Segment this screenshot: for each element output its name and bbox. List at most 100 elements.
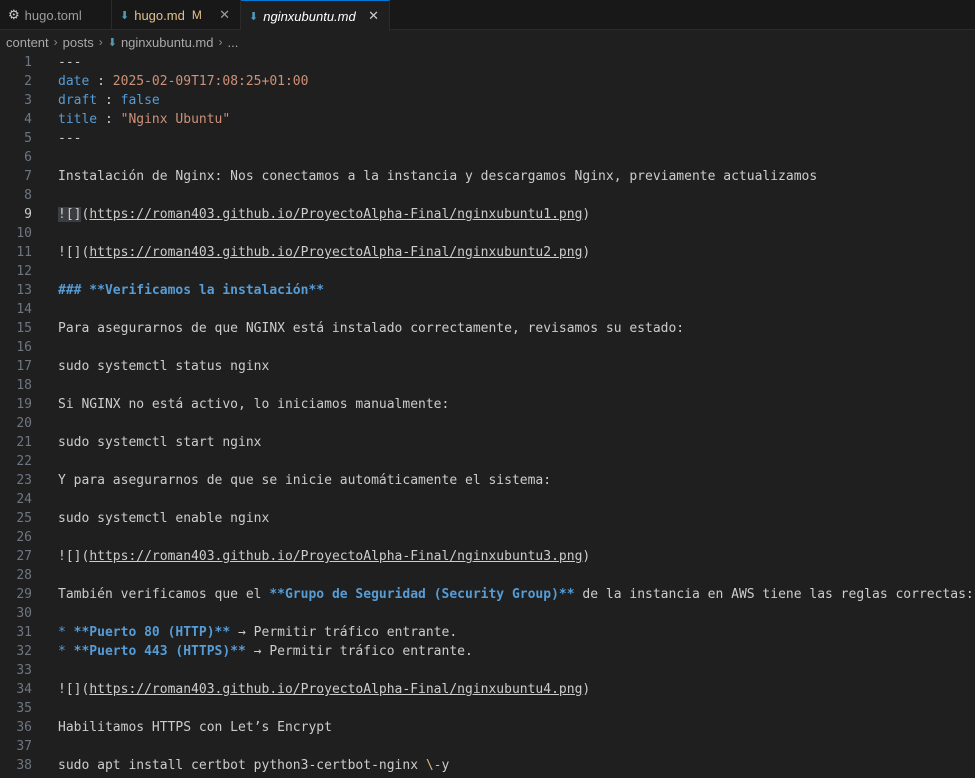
line-content: sudo apt install certbot python3-certbot…: [58, 756, 449, 775]
line-number: 30: [16, 606, 32, 621]
editor-line[interactable]: 16: [0, 338, 975, 357]
editor-line[interactable]: 11 ![](https://roman403.github.io/Proyect…: [0, 243, 975, 262]
line-number: 8: [24, 188, 32, 203]
editor-line[interactable]: 24: [0, 490, 975, 509]
list-bullet: *: [58, 625, 74, 640]
plain-text: sudo systemctl status nginx: [58, 359, 270, 374]
image-link[interactable]: https://roman403.github.io/ProyectoAlpha…: [89, 682, 582, 697]
line-content: title : "Nginx Ubuntu": [58, 110, 230, 129]
line-content: sudo systemctl enable nginx: [58, 509, 269, 528]
markdown-icon: ⬇: [249, 10, 259, 23]
line-content: draft : false: [58, 91, 160, 110]
line-content: Si NGINX no está activo, lo iniciamos ma…: [58, 395, 449, 414]
close-icon[interactable]: ✕: [219, 7, 230, 23]
breadcrumb-item-content[interactable]: content: [6, 35, 49, 50]
editor-line[interactable]: 38 sudo apt install certbot python3-certb…: [0, 756, 975, 775]
line-content: sudo systemctl status nginx: [58, 357, 269, 376]
image-syntax: ![]: [58, 245, 82, 260]
image-syntax: ![]: [58, 682, 82, 697]
gear-icon: ⚙: [8, 7, 20, 22]
editor-line[interactable]: 12: [0, 262, 975, 281]
editor-line[interactable]: 31 * **Puerto 80 (HTTP)** → Permitir tráf…: [0, 623, 975, 642]
image-syntax: ![]: [58, 549, 82, 564]
plain-text: Y para asegurarnos de que se inicie auto…: [58, 473, 552, 488]
tab-label: nginxubuntu.md: [263, 8, 356, 24]
plain-text: Habilitamos HTTPS con Let’s Encrypt: [58, 720, 332, 735]
plain-text: sudo apt install certbot python3-certbot…: [58, 758, 426, 773]
editor-line[interactable]: 25 sudo systemctl enable nginx: [0, 509, 975, 528]
line-number: 1: [24, 55, 32, 70]
editor-line[interactable]: 34 ![](https://roman403.github.io/Proyect…: [0, 680, 975, 699]
line-number: 25: [16, 511, 32, 526]
plain-text: Instalación de Nginx: Nos conectamos a l…: [58, 169, 818, 184]
line-number: 17: [16, 359, 32, 374]
editor-line[interactable]: 6: [0, 148, 975, 167]
editor-line[interactable]: 5 ---: [0, 129, 975, 148]
breadcrumb-item-symbols[interactable]: ...: [227, 35, 238, 50]
editor-line[interactable]: 17 sudo systemctl status nginx: [0, 357, 975, 376]
plain-text: Si NGINX no está activo, lo iniciamos ma…: [58, 397, 450, 412]
editor-line[interactable]: 7 Instalación de Nginx: Nos conectamos a …: [0, 167, 975, 186]
editor-line[interactable]: 30: [0, 604, 975, 623]
editor-line[interactable]: 21 sudo systemctl start nginx: [0, 433, 975, 452]
line-number: 13: [16, 283, 32, 298]
editor-line[interactable]: 36 Habilitamos HTTPS con Let’s Encrypt: [0, 718, 975, 737]
editor-line[interactable]: 3 draft : false: [0, 91, 975, 110]
line-number: 31: [16, 625, 32, 640]
line-content: ![](https://roman403.github.io/ProyectoA…: [58, 205, 590, 224]
editor-line[interactable]: 4 title : "Nginx Ubuntu": [0, 110, 975, 129]
code-editor[interactable]: 1 --- 2 date : 2025-02-09T17:08:25+01:00 3 dr…: [0, 53, 975, 778]
editor-line[interactable]: 35: [0, 699, 975, 718]
line-content: * **Puerto 80 (HTTP)** → Permitir tráfic…: [58, 623, 457, 642]
line-content: sudo systemctl start nginx: [58, 433, 262, 452]
editor-line[interactable]: 19 Si NGINX no está activo, lo iniciamos …: [0, 395, 975, 414]
tab-hugo-md[interactable]: ⬇ hugo.md M ✕: [112, 0, 241, 30]
line-number: 27: [16, 549, 32, 564]
breadcrumb-item-file[interactable]: nginxubuntu.md: [121, 35, 214, 50]
editor-line[interactable]: 15 Para asegurarnos de que NGINX está ins…: [0, 319, 975, 338]
editor-line[interactable]: 13 ### **Verificamos la instalación**: [0, 281, 975, 300]
chevron-right-icon: ›: [53, 35, 58, 49]
markdown-icon: ⬇: [120, 9, 130, 22]
editor-line[interactable]: 14: [0, 300, 975, 319]
markdown-heading: ### **Verificamos la instalación**: [58, 283, 325, 298]
editor-line[interactable]: 27 ![](https://roman403.github.io/Proyect…: [0, 547, 975, 566]
editor-line[interactable]: 2 date : 2025-02-09T17:08:25+01:00: [0, 72, 975, 91]
editor-line[interactable]: 1 ---: [0, 53, 975, 72]
image-link[interactable]: https://roman403.github.io/ProyectoAlpha…: [89, 207, 582, 222]
line-number: 9: [24, 207, 32, 222]
line-number: 21: [16, 435, 32, 450]
editor-line[interactable]: 22: [0, 452, 975, 471]
editor-line[interactable]: 23 Y para asegurarnos de que se inicie au…: [0, 471, 975, 490]
line-content: Instalación de Nginx: Nos conectamos a l…: [58, 167, 817, 186]
line-number: 14: [16, 302, 32, 317]
editor-line[interactable]: 26: [0, 528, 975, 547]
tab-label: hugo.md: [134, 7, 185, 23]
tab-hugo-toml[interactable]: ⚙ hugo.toml: [0, 0, 112, 30]
line-content: También verificamos que el **Grupo de Se…: [58, 585, 974, 604]
breadcrumb-item-posts[interactable]: posts: [63, 35, 94, 50]
markdown-icon: ⬇: [107, 36, 117, 49]
line-number: 36: [16, 720, 32, 735]
editor-line[interactable]: 8: [0, 186, 975, 205]
close-icon[interactable]: ✕: [368, 8, 379, 24]
line-number: 37: [16, 739, 32, 754]
editor-line[interactable]: 29 También verificamos que el **Grupo de …: [0, 585, 975, 604]
editor-line[interactable]: 37: [0, 737, 975, 756]
editor-line[interactable]: 33: [0, 661, 975, 680]
editor-line[interactable]: 20: [0, 414, 975, 433]
plain-text: ---: [58, 55, 82, 70]
editor-line[interactable]: 9 ![](https://roman403.github.io/Proyecto…: [0, 205, 975, 224]
tab-nginxubuntu-md[interactable]: ⬇ nginxubuntu.md ✕: [241, 0, 390, 31]
frontmatter-key: draft: [58, 93, 98, 108]
line-number: 10: [16, 226, 32, 241]
line-content: ---: [58, 53, 81, 72]
frontmatter-separator: :: [97, 93, 121, 108]
editor-line[interactable]: 28: [0, 566, 975, 585]
line-number: 34: [16, 682, 32, 697]
editor-line[interactable]: 32 * **Puerto 443 (HTTPS)** → Permitir tr…: [0, 642, 975, 661]
image-link[interactable]: https://roman403.github.io/ProyectoAlpha…: [89, 549, 582, 564]
editor-line[interactable]: 18: [0, 376, 975, 395]
editor-line[interactable]: 10: [0, 224, 975, 243]
image-link[interactable]: https://roman403.github.io/ProyectoAlpha…: [89, 245, 582, 260]
